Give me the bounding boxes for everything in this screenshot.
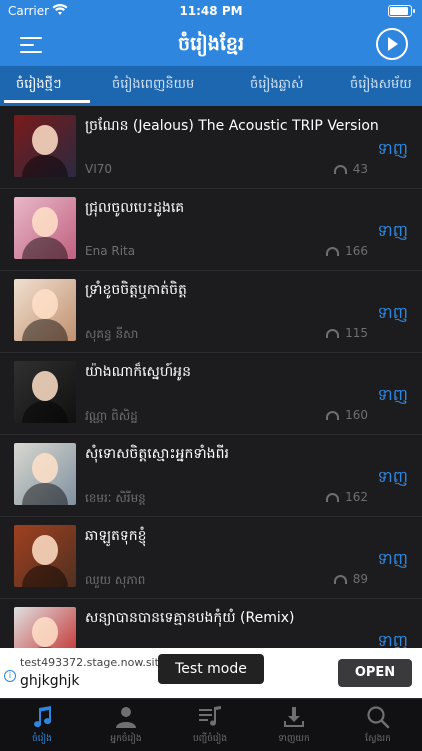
song-list[interactable]: ច្រណែន (Jealous) The Acoustic TRIP Versi… bbox=[0, 106, 422, 678]
singer-icon bbox=[116, 707, 136, 728]
tabbar-label: ស្វែងរក bbox=[365, 734, 391, 744]
tabbar-item-downloads[interactable]: ទាញយក bbox=[252, 699, 336, 751]
play-count: 115 bbox=[326, 326, 368, 340]
tabbar-item-songs[interactable]: ចំរៀង bbox=[0, 699, 84, 751]
tab-modern-songs[interactable]: ចំរៀងសម័យ bbox=[350, 66, 412, 106]
header: ចំរៀងខ្មែរ bbox=[0, 22, 422, 66]
ad-url: test493372.stage.now.site bbox=[20, 656, 166, 669]
artist-name: វណ្ណា ពិសិដ្ឋ bbox=[85, 409, 138, 423]
song-row[interactable]: ជ្រុលចូលបេះដូងគេ Ena Rita 166 ទាញ bbox=[0, 188, 422, 271]
bottom-tab-bar: ចំរៀង អ្នកចំរៀង បញ្ជីចំរៀង ទាញយក ស្វែងរក bbox=[0, 698, 422, 751]
artist-name: Ena Rita bbox=[85, 244, 136, 258]
tab-indicator bbox=[4, 100, 90, 103]
download-icon bbox=[284, 707, 304, 727]
ad-open-button[interactable]: OPEN bbox=[338, 659, 412, 687]
song-title: ច្រណែន (Jealous) The Acoustic TRIP Versi… bbox=[85, 118, 379, 134]
song-row[interactable]: ទ្រាំខូចចិត្តឬកាត់ចិត្ត សុគន្ធ នីសា 115 … bbox=[0, 270, 422, 353]
song-row[interactable]: យ៉ាងណាក៏ស្នេហ៍អូន វណ្ណា ពិសិដ្ឋ 160 ទាញ bbox=[0, 352, 422, 435]
play-count: 43 bbox=[333, 162, 368, 176]
tabbar-label: បញ្ជីចំរៀង bbox=[192, 734, 228, 744]
headphones-icon bbox=[326, 411, 340, 420]
headphones-icon bbox=[326, 493, 340, 502]
song-row[interactable]: ឆាឡូតទុកខ្ញុំ ឈួយ សុភាព 89 ទាញ bbox=[0, 516, 422, 599]
album-art bbox=[14, 115, 76, 177]
tab-remix-songs[interactable]: ចំរៀងឆ្លាស់ bbox=[250, 66, 303, 106]
music-note-icon bbox=[34, 706, 52, 728]
play-count: 162 bbox=[326, 490, 368, 504]
tab-popular-songs[interactable]: ចំរៀងពេញនិយម bbox=[112, 66, 194, 106]
play-count: 160 bbox=[326, 408, 368, 422]
headphones-icon bbox=[326, 247, 340, 256]
playlist-icon bbox=[199, 706, 221, 726]
play-count-value: 115 bbox=[345, 326, 368, 340]
song-title: ទ្រាំខូចចិត្តឬកាត់ចិត្ត bbox=[85, 282, 187, 298]
tabbar-label: ទាញយក bbox=[278, 734, 310, 744]
album-art bbox=[14, 279, 76, 341]
headphones-icon bbox=[333, 575, 347, 584]
song-row[interactable]: សុំទោសចិត្តស្មោះអ្នកទាំងពីរ ខេមរៈ សិរីមន… bbox=[0, 434, 422, 517]
artist-name: ខេមរៈ សិរីមន្ត bbox=[85, 491, 146, 505]
tabbar-label: ចំរៀង bbox=[32, 734, 52, 744]
download-button[interactable]: ទាញ bbox=[378, 384, 408, 408]
tabbar-item-search[interactable]: ស្វែងរក bbox=[336, 699, 420, 751]
tabbar-label: អ្នកចំរៀង bbox=[110, 734, 142, 744]
song-title: ឆាឡូតទុកខ្ញុំ bbox=[85, 528, 147, 544]
headphones-icon bbox=[333, 165, 347, 174]
album-art bbox=[14, 525, 76, 587]
song-title: សន្យាបានបានទេគ្មានបងកុំយំ (Remix) bbox=[85, 610, 295, 626]
tabbar-item-singers[interactable]: អ្នកចំរៀង bbox=[84, 699, 168, 751]
song-title: សុំទោសចិត្តស្មោះអ្នកទាំងពីរ bbox=[85, 446, 229, 462]
download-button[interactable]: ទាញ bbox=[378, 220, 408, 244]
download-button[interactable]: ទាញ bbox=[378, 302, 408, 326]
play-count-value: 160 bbox=[345, 408, 368, 422]
headphones-icon bbox=[326, 329, 340, 338]
album-art bbox=[14, 197, 76, 259]
song-title: យ៉ាងណាក៏ស្នេហ៍អូន bbox=[85, 364, 191, 380]
play-icon[interactable] bbox=[376, 28, 408, 60]
play-count-value: 162 bbox=[345, 490, 368, 504]
artist-name: ឈួយ សុភាព bbox=[85, 573, 146, 587]
battery-icon bbox=[388, 5, 415, 17]
play-count: 89 bbox=[333, 572, 368, 586]
status-bar: Carrier 11:48 PM bbox=[0, 0, 422, 22]
search-icon bbox=[367, 706, 390, 729]
tabbar-item-playlists[interactable]: បញ្ជីចំរៀង bbox=[168, 699, 252, 751]
download-button[interactable]: ទាញ bbox=[378, 138, 408, 162]
download-button[interactable]: ទាញ bbox=[378, 466, 408, 490]
test-mode-badge: Test mode bbox=[158, 654, 264, 684]
song-row[interactable]: ច្រណែន (Jealous) The Acoustic TRIP Versi… bbox=[0, 106, 422, 189]
artist-name: សុគន្ធ នីសា bbox=[85, 327, 139, 341]
play-count-value: 166 bbox=[345, 244, 368, 258]
album-art bbox=[14, 361, 76, 423]
song-title: ជ្រុលចូលបេះដូងគេ bbox=[85, 200, 185, 216]
ad-banner[interactable]: i test493372.stage.now.site ghjkghjk Tes… bbox=[0, 648, 422, 698]
download-button[interactable]: ទាញ bbox=[378, 548, 408, 572]
play-count: 166 bbox=[326, 244, 368, 258]
play-count-value: 89 bbox=[352, 572, 368, 586]
ad-name: ghjkghjk bbox=[20, 673, 80, 689]
artist-name: VI70 bbox=[85, 162, 113, 176]
album-art bbox=[14, 443, 76, 505]
play-count-value: 43 bbox=[352, 162, 368, 176]
page-title: ចំរៀងខ្មែរ bbox=[178, 33, 244, 55]
clock: 11:48 PM bbox=[179, 4, 243, 18]
info-icon[interactable]: i bbox=[4, 670, 16, 682]
